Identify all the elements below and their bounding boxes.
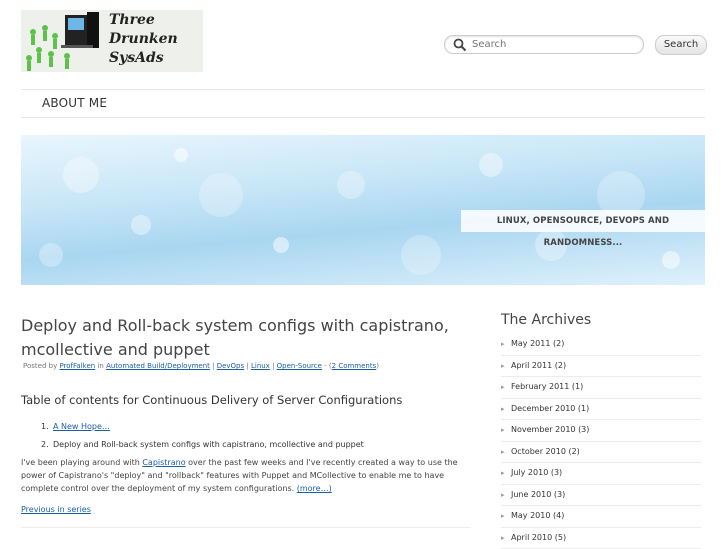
posted-by-label: Posted by bbox=[23, 362, 57, 370]
archive-item[interactable]: ▸ November 2010 (3) bbox=[501, 420, 701, 442]
category-link-automated-build[interactable]: Automated Build/Deployment bbox=[106, 362, 210, 370]
triangle-right-icon: ▸ bbox=[501, 377, 505, 397]
excerpt-text-before: I've been playing around with bbox=[21, 458, 142, 467]
toc-number: 2. bbox=[41, 436, 49, 454]
archive-label: April 2010 (5) bbox=[511, 533, 566, 542]
triangle-right-icon: ▸ bbox=[501, 506, 505, 526]
capistrano-link[interactable]: Capistrano bbox=[142, 458, 185, 467]
archive-item[interactable]: ▸April 2010 (5) bbox=[501, 528, 701, 549]
toc-link-new-hope[interactable]: A New Hope… bbox=[53, 422, 110, 431]
archive-item[interactable]: ▸ October 2010 (2) bbox=[501, 442, 701, 464]
archive-label: July 2010 (3) bbox=[511, 468, 562, 477]
archive-item[interactable]: ▸ April 2011 (2) bbox=[501, 356, 701, 378]
post-author-link[interactable]: ProfFalken bbox=[59, 362, 95, 370]
triangle-right-icon: ▸ bbox=[501, 334, 505, 354]
site-tagline: LINUX, OPENSOURCE, DEVOPS AND RANDOMNESS… bbox=[461, 210, 705, 232]
triangle-right-icon: ▸ bbox=[501, 399, 505, 419]
nav-item-about-me[interactable]: ABOUT ME bbox=[42, 96, 107, 110]
archive-label: June 2010 (3) bbox=[511, 490, 565, 499]
archive-item[interactable]: ▸ May 2011 (2) bbox=[501, 334, 701, 356]
logo-figures-icon bbox=[21, 10, 109, 72]
archive-item[interactable]: ▸ February 2011 (1) bbox=[501, 377, 701, 399]
post-meta: Posted by ProfFalken in Automated Build/… bbox=[23, 362, 379, 370]
toc-number: 1. bbox=[41, 418, 49, 436]
category-link-open-source[interactable]: Open-Source bbox=[277, 362, 322, 370]
nav-bottom-divider bbox=[21, 117, 705, 118]
post-divider bbox=[21, 527, 471, 528]
archive-item[interactable]: ▸ June 2010 (3) bbox=[501, 485, 701, 507]
search-input[interactable] bbox=[472, 36, 632, 53]
archives-list: ▸ May 2011 (2) ▸ April 2011 (2) ▸ February … bbox=[501, 334, 701, 549]
header-banner: LINUX, OPENSOURCE, DEVOPS AND RANDOMNESS… bbox=[21, 135, 705, 285]
post-title[interactable]: Deploy and Roll-back system configs with… bbox=[21, 314, 471, 362]
archive-label: May 2010 (4) bbox=[511, 511, 564, 520]
category-link-linux[interactable]: Linux bbox=[251, 362, 270, 370]
triangle-right-icon: ▸ bbox=[501, 442, 505, 462]
previous-in-series-link[interactable]: Previous in series bbox=[21, 505, 91, 514]
triangle-right-icon: ▸ bbox=[501, 420, 505, 440]
logo-line-1: Three bbox=[109, 11, 178, 30]
archive-item[interactable]: ▸ May 2010 (4) bbox=[501, 506, 701, 528]
archives-title: The Archives bbox=[501, 312, 591, 328]
triangle-right-icon: ▸ bbox=[501, 463, 505, 483]
comments-link[interactable]: 2 Comments bbox=[332, 362, 377, 370]
post-excerpt: I've been playing around with Capistrano… bbox=[21, 456, 476, 495]
toc-item: 2. Deploy and Roll-back system configs w… bbox=[53, 436, 364, 454]
archive-label: April 2011 (2) bbox=[511, 361, 566, 370]
search-icon bbox=[453, 38, 467, 52]
logo-text: Three Drunken SysAds bbox=[109, 11, 178, 68]
read-more-link[interactable]: (more…) bbox=[297, 484, 332, 493]
triangle-right-icon: ▸ bbox=[501, 356, 505, 376]
toc-current-item: Deploy and Roll-back system configs with… bbox=[53, 440, 364, 449]
archive-label: November 2010 (3) bbox=[511, 425, 589, 434]
toc-item: 1. A New Hope… bbox=[53, 418, 364, 436]
toc-list: 1. A New Hope… 2. Deploy and Roll-back s… bbox=[53, 418, 364, 454]
nav-top-divider bbox=[21, 89, 705, 90]
archive-label: December 2010 (1) bbox=[511, 404, 589, 413]
site-logo[interactable]: Three Drunken SysAds bbox=[21, 10, 203, 72]
logo-line-2: Drunken bbox=[109, 30, 178, 49]
logo-line-3: SysAds bbox=[109, 49, 178, 68]
triangle-right-icon: ▸ bbox=[501, 485, 505, 505]
search-box[interactable] bbox=[444, 35, 644, 54]
archive-label: May 2011 (2) bbox=[511, 339, 564, 348]
toc-title: Table of contents for Continuous Deliver… bbox=[21, 393, 402, 407]
archive-label: October 2010 (2) bbox=[511, 447, 580, 456]
archive-item[interactable]: ▸ July 2010 (3) bbox=[501, 463, 701, 485]
search-button[interactable]: Search bbox=[655, 35, 707, 55]
in-label: in bbox=[97, 362, 103, 370]
archive-item[interactable]: ▸ December 2010 (1) bbox=[501, 399, 701, 421]
category-link-devops[interactable]: DevOps bbox=[217, 362, 244, 370]
archive-label: February 2011 (1) bbox=[511, 382, 583, 391]
